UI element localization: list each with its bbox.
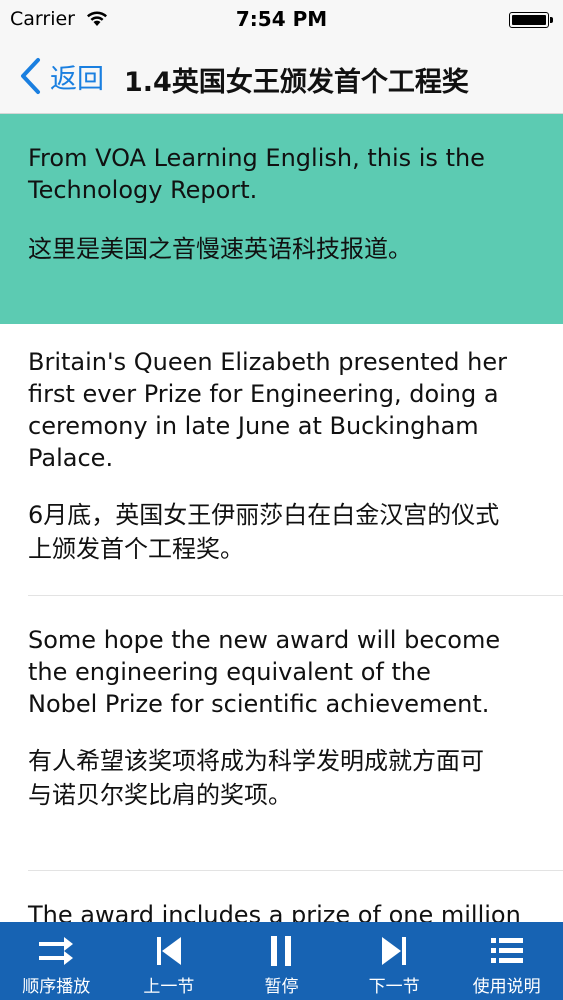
player-toolbar: 顺序播放 上一节 暂停 下一节 使用说明 xyxy=(0,922,563,1000)
back-button[interactable]: 返回 xyxy=(18,56,104,96)
paragraph-english: The award includes a prize of one millio… xyxy=(28,901,521,922)
paragraph-english: Britain's Queen Elizabeth presented her … xyxy=(28,348,507,472)
help-button[interactable]: 使用说明 xyxy=(450,922,563,1000)
paragraph-english: Some hope the new award will become the … xyxy=(28,626,501,718)
chevron-left-icon xyxy=(21,58,40,94)
paragraph-item[interactable]: Britain's Queen Elizabeth presented her … xyxy=(28,324,563,596)
paragraph-chinese: 这里是美国之音慢速英语科技报道。 xyxy=(28,235,412,263)
help-label: 使用说明 xyxy=(472,977,541,997)
page-title: 1.4英国女王颁发首个工程奖 xyxy=(124,67,469,98)
paragraph-item[interactable]: The award includes a prize of one millio… xyxy=(28,871,563,922)
pause-icon xyxy=(271,936,292,966)
skip-back-icon xyxy=(156,937,181,965)
paragraph-english: From VOA Learning English, this is the T… xyxy=(28,144,485,204)
paragraph-chinese: 有人希望该奖项将成为科学发明成就方面可与诺贝尔奖比肩的奖项。 xyxy=(28,747,484,809)
pause-button[interactable]: 暂停 xyxy=(225,922,338,1000)
skip-forward-icon xyxy=(382,937,407,965)
back-label: 返回 xyxy=(50,63,104,95)
paragraph-item[interactable]: Some hope the new award will become the … xyxy=(28,596,563,871)
previous-section-button[interactable]: 上一节 xyxy=(113,922,226,1000)
previous-section-label: 上一节 xyxy=(143,977,195,997)
next-section-label: 下一节 xyxy=(368,977,420,997)
list-icon xyxy=(490,938,523,963)
lesson-content[interactable]: From VOA Learning English, this is the T… xyxy=(0,114,563,922)
clock: 7:54 PM xyxy=(235,7,328,31)
next-section-button[interactable]: 下一节 xyxy=(338,922,451,1000)
status-bar: Carrier 7:54 PM xyxy=(0,0,563,40)
paragraph-current[interactable]: From VOA Learning English, this is the T… xyxy=(0,114,563,324)
navigation-bar: 返回 1.4英国女王颁发首个工程奖 xyxy=(0,40,563,113)
sequential-play-button[interactable]: 顺序播放 xyxy=(0,922,113,1000)
paragraph-chinese: 6月底，英国女王伊丽莎白在白金汉宫的仪式上颁发首个工程奖。 xyxy=(28,501,500,563)
top-bar: Carrier 7:54 PM 返回 1.4英国女王颁发首个工程奖 xyxy=(0,0,563,114)
battery-icon xyxy=(509,12,553,28)
sequential-play-label: 顺序播放 xyxy=(22,977,91,997)
shuffle-arrows-icon xyxy=(39,937,74,965)
pause-label: 暂停 xyxy=(264,977,299,997)
